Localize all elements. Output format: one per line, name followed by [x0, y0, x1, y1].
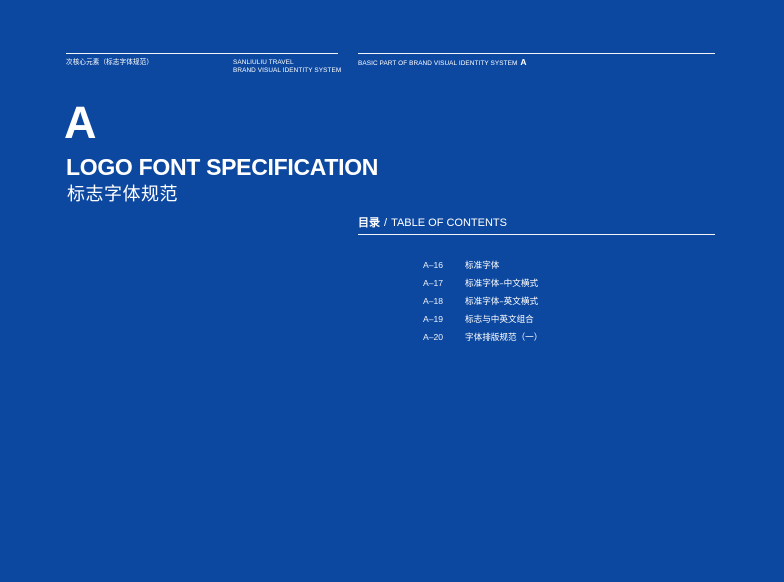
- toc-item-code: A–16: [423, 260, 444, 270]
- header-rule-left: [66, 53, 338, 54]
- toc-item-code: A–17: [423, 278, 444, 288]
- toc-item[interactable]: A–19 标志与中英文组合: [423, 310, 542, 328]
- toc-item-code: A–19: [423, 314, 444, 324]
- page-title: LOGO FONT SPECIFICATION: [66, 154, 379, 180]
- header-brand-line2: BRAND VISUAL IDENTITY SYSTEM: [233, 66, 342, 74]
- brand-manual-page: 次核心元素（标志字体规范） SANLIULIU TRAVEL BRAND VIS…: [0, 0, 784, 582]
- toc-item[interactable]: A–18 标准字体–英文横式: [423, 292, 542, 310]
- toc-item-title: 标准字体–英文横式: [465, 297, 539, 307]
- header-brand-line1: SANLIULIU TRAVEL: [233, 59, 294, 66]
- header-brand-name: SANLIULIU TRAVEL BRAND VISUAL IDENTITY S…: [233, 59, 341, 74]
- toc-item-title: 标准字体: [465, 261, 500, 271]
- toc-heading-cn: 目录: [358, 216, 380, 229]
- toc-heading-en: TABLE OF CONTENTS: [391, 217, 507, 229]
- toc-item-code: A–18: [423, 296, 444, 306]
- toc-heading: 目录 / TABLE OF CONTENTS: [358, 216, 507, 230]
- header-section-cn: 次核心元素（标志字体规范）: [66, 58, 154, 66]
- header-rule-right: [358, 53, 715, 54]
- header-section-letter: A: [520, 57, 527, 67]
- toc-item[interactable]: A–17 标准字体–中文横式: [423, 274, 542, 292]
- toc-rule: [358, 234, 715, 235]
- header-section-text: BASIC PART OF BRAND VISUAL IDENTITY SYST…: [358, 60, 518, 67]
- header-section-label: BASIC PART OF BRAND VISUAL IDENTITY SYST…: [358, 57, 527, 68]
- toc-item[interactable]: A–16 标准字体: [423, 256, 542, 274]
- page-subtitle-cn: 标志字体规范: [67, 184, 178, 205]
- section-letter: A: [64, 97, 97, 148]
- toc-heading-separator: /: [384, 217, 388, 229]
- toc-item-title: 字体排版规范（一）: [465, 333, 543, 343]
- toc-item-title: 标志与中英文组合: [465, 315, 534, 325]
- toc-item[interactable]: A–20 字体排版规范（一）: [423, 328, 542, 346]
- toc-list: A–16 标准字体 A–17 标准字体–中文横式 A–18 标准字体–英文横式 …: [423, 256, 542, 346]
- toc-item-code: A–20: [423, 332, 444, 342]
- toc-item-title: 标准字体–中文横式: [465, 279, 539, 289]
